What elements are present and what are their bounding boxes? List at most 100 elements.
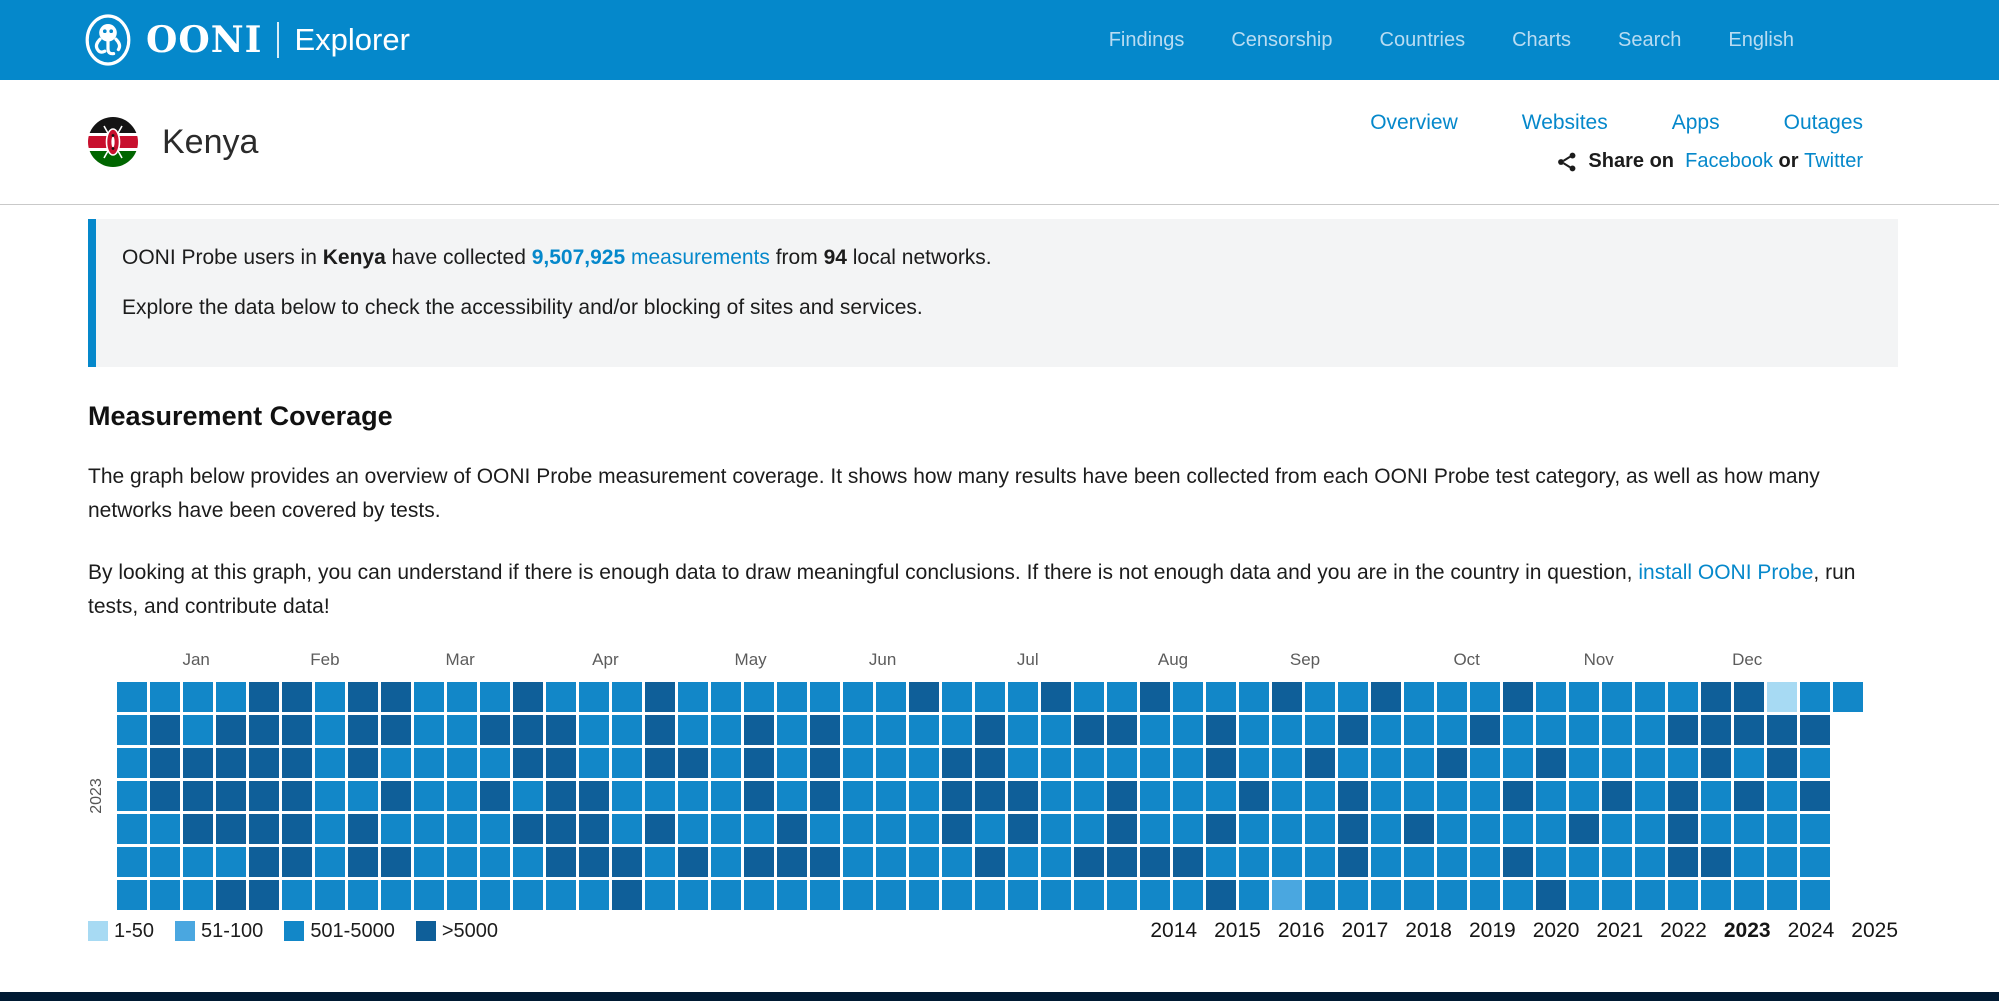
heatmap-cell[interactable] <box>711 880 741 910</box>
year-button-2020[interactable]: 2020 <box>1533 919 1580 943</box>
heatmap-cell[interactable] <box>1206 682 1236 712</box>
heatmap-cell[interactable] <box>1701 847 1731 877</box>
heatmap-cell[interactable] <box>711 682 741 712</box>
year-button-2023[interactable]: 2023 <box>1724 919 1771 943</box>
nav-link-countries[interactable]: Countries <box>1380 29 1466 52</box>
heatmap-cell[interactable] <box>810 682 840 712</box>
heatmap-cell[interactable] <box>1074 814 1104 844</box>
heatmap-cell[interactable] <box>183 847 213 877</box>
heatmap-cell[interactable] <box>1470 781 1500 811</box>
heatmap-cell[interactable] <box>1800 748 1830 778</box>
heatmap-cell[interactable] <box>777 847 807 877</box>
heatmap-cell[interactable] <box>909 847 939 877</box>
nav-link-censorship[interactable]: Censorship <box>1231 29 1332 52</box>
heatmap-cell[interactable] <box>150 682 180 712</box>
heatmap-cell[interactable] <box>447 847 477 877</box>
heatmap-cell[interactable] <box>1470 880 1500 910</box>
heatmap-cell[interactable] <box>975 847 1005 877</box>
heatmap-cell[interactable] <box>1206 847 1236 877</box>
heatmap-cell[interactable] <box>150 880 180 910</box>
heatmap-cell[interactable] <box>249 847 279 877</box>
year-button-2019[interactable]: 2019 <box>1469 919 1516 943</box>
heatmap-cell[interactable] <box>843 682 873 712</box>
heatmap-cell[interactable] <box>645 781 675 811</box>
heatmap-cell[interactable] <box>1701 814 1731 844</box>
heatmap-cell[interactable] <box>216 847 246 877</box>
heatmap-cell[interactable] <box>1833 682 1863 712</box>
heatmap-cell[interactable] <box>1404 814 1434 844</box>
heatmap-cell[interactable] <box>1305 814 1335 844</box>
heatmap-cell[interactable] <box>315 682 345 712</box>
heatmap-cell[interactable] <box>1041 814 1071 844</box>
share-facebook-link[interactable]: Facebook <box>1685 150 1773 172</box>
heatmap-cell[interactable] <box>909 814 939 844</box>
heatmap-cell[interactable] <box>183 748 213 778</box>
heatmap-cell[interactable] <box>447 715 477 745</box>
heatmap-cell[interactable] <box>249 748 279 778</box>
heatmap-cell[interactable] <box>150 847 180 877</box>
heatmap-cell[interactable] <box>1140 880 1170 910</box>
heatmap-cell[interactable] <box>678 847 708 877</box>
heatmap-cell[interactable] <box>909 748 939 778</box>
heatmap-cell[interactable] <box>1503 880 1533 910</box>
heatmap-cell[interactable] <box>348 880 378 910</box>
heatmap-cell[interactable] <box>876 814 906 844</box>
heatmap-cell[interactable] <box>744 682 774 712</box>
heatmap-cell[interactable] <box>1140 814 1170 844</box>
heatmap-cell[interactable] <box>810 715 840 745</box>
heatmap-cell[interactable] <box>645 715 675 745</box>
heatmap-cell[interactable] <box>1767 748 1797 778</box>
heatmap-cell[interactable] <box>1437 781 1467 811</box>
heatmap-cell[interactable] <box>1800 814 1830 844</box>
heatmap-cell[interactable] <box>513 781 543 811</box>
heatmap-cell[interactable] <box>1239 682 1269 712</box>
heatmap-cell[interactable] <box>1272 847 1302 877</box>
year-button-2014[interactable]: 2014 <box>1150 919 1197 943</box>
heatmap-cell[interactable] <box>381 880 411 910</box>
year-button-2016[interactable]: 2016 <box>1278 919 1325 943</box>
heatmap-cell[interactable] <box>546 814 576 844</box>
heatmap-cell[interactable] <box>1206 781 1236 811</box>
heatmap-cell[interactable] <box>1272 814 1302 844</box>
heatmap-cell[interactable] <box>1140 682 1170 712</box>
heatmap-cell[interactable] <box>645 682 675 712</box>
heatmap-cell[interactable] <box>1338 847 1368 877</box>
heatmap-cell[interactable] <box>414 715 444 745</box>
heatmap-cell[interactable] <box>942 682 972 712</box>
heatmap-cell[interactable] <box>975 682 1005 712</box>
heatmap-cell[interactable] <box>348 781 378 811</box>
heatmap-cell[interactable] <box>150 814 180 844</box>
heatmap-cell[interactable] <box>216 682 246 712</box>
heatmap-cell[interactable] <box>282 715 312 745</box>
heatmap-cell[interactable] <box>447 880 477 910</box>
heatmap-cell[interactable] <box>447 781 477 811</box>
heatmap-cell[interactable] <box>282 781 312 811</box>
heatmap-cell[interactable] <box>513 748 543 778</box>
heatmap-cell[interactable] <box>249 814 279 844</box>
heatmap-cell[interactable] <box>843 748 873 778</box>
heatmap-cell[interactable] <box>612 781 642 811</box>
heatmap-cell[interactable] <box>1668 814 1698 844</box>
heatmap-cell[interactable] <box>1404 781 1434 811</box>
heatmap-cell[interactable] <box>1767 682 1797 712</box>
heatmap-cell[interactable] <box>579 814 609 844</box>
heatmap-cell[interactable] <box>1767 880 1797 910</box>
heatmap-cell[interactable] <box>1272 748 1302 778</box>
heatmap-cell[interactable] <box>876 847 906 877</box>
heatmap-cell[interactable] <box>1074 847 1104 877</box>
heatmap-cell[interactable] <box>315 748 345 778</box>
heatmap-cell[interactable] <box>678 748 708 778</box>
heatmap-cell[interactable] <box>1569 814 1599 844</box>
heatmap-cell[interactable] <box>1668 880 1698 910</box>
heatmap-cell[interactable] <box>1008 781 1038 811</box>
heatmap-cell[interactable] <box>1734 748 1764 778</box>
heatmap-cell[interactable] <box>843 847 873 877</box>
heatmap-cell[interactable] <box>1635 748 1665 778</box>
heatmap-cell[interactable] <box>1536 715 1566 745</box>
heatmap-cell[interactable] <box>348 847 378 877</box>
heatmap-cell[interactable] <box>480 880 510 910</box>
heatmap-cell[interactable] <box>975 880 1005 910</box>
heatmap-cell[interactable] <box>1338 781 1368 811</box>
heatmap-cell[interactable] <box>810 748 840 778</box>
heatmap-cell[interactable] <box>480 715 510 745</box>
